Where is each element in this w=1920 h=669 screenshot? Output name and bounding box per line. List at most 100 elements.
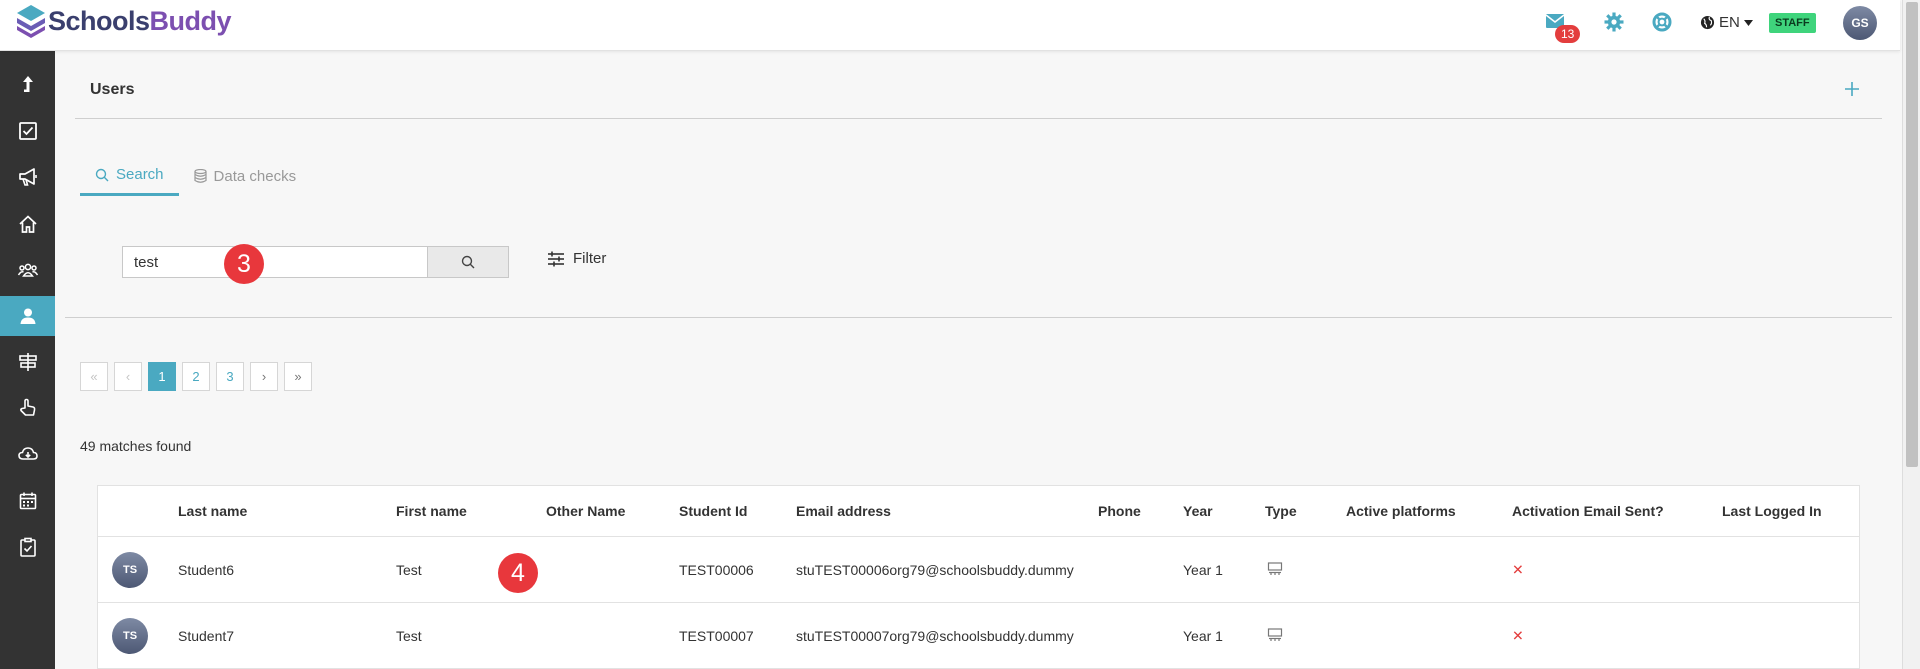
sidebar-item-users[interactable] [0, 296, 55, 336]
mail-count-badge: 13 [1555, 25, 1581, 43]
column-header-activation-email[interactable]: Activation Email Sent? [1512, 503, 1664, 519]
language-selector[interactable]: EN [1700, 14, 1753, 31]
caret-down-icon [1743, 19, 1753, 26]
cell-email: stuTEST00007org79@schoolsbuddy.dummy [796, 627, 1074, 644]
tab-search-label: Search [116, 166, 164, 183]
logo-icon [17, 5, 45, 38]
cloud-download-icon [17, 447, 38, 460]
add-user-button[interactable] [1845, 75, 1859, 103]
sidebar-item-activities[interactable] [0, 388, 55, 428]
clipboard-check-icon [19, 537, 36, 557]
cell-last-name[interactable]: Student6 [178, 562, 234, 578]
column-header-phone[interactable]: Phone [1098, 503, 1141, 519]
logo-text-part2: Buddy [149, 5, 232, 36]
pagination-page-2[interactable]: 2 [182, 362, 210, 391]
table-row[interactable]: TS Student6 Test TEST00006 stuTEST00006o… [98, 537, 1859, 603]
cell-first-name: Test [396, 627, 422, 644]
hand-pointer-icon [19, 398, 35, 416]
column-header-other-name[interactable]: Other Name [546, 503, 625, 519]
calendar-icon [19, 492, 36, 510]
student-type-icon [1267, 561, 1283, 578]
settings-button[interactable] [1604, 12, 1624, 37]
page-scrollbar[interactable] [1902, 0, 1920, 669]
avatar: TS [112, 617, 148, 654]
tab-bar: Search Data checks [80, 156, 311, 196]
main-content: Users Search Data checks Filter 3 « ‹ 1 … [55, 51, 1902, 669]
column-header-last-logged-in[interactable]: Last Logged In [1722, 503, 1822, 519]
column-header-student-id[interactable]: Student Id [679, 503, 747, 519]
upload-arrow-icon [22, 76, 33, 92]
close-icon: ✕ [1512, 561, 1524, 577]
results-count: 49 matches found [80, 438, 192, 454]
lifebuoy-icon [1652, 12, 1672, 32]
cell-first-name: Test [396, 561, 422, 578]
groups-icon [17, 263, 38, 277]
user-avatar[interactable]: GS [1843, 6, 1877, 40]
column-header-last-name[interactable]: Last name [178, 503, 247, 519]
table-header-row: Last name First name Other Name Student … [98, 486, 1859, 537]
pagination-page-1[interactable]: 1 [148, 362, 176, 391]
column-header-year[interactable]: Year [1183, 503, 1213, 519]
home-icon [18, 215, 37, 233]
sidebar-item-upload[interactable] [0, 64, 55, 104]
app-logo[interactable]: SchoolsBuddy [16, 4, 232, 38]
cell-last-name[interactable]: Student7 [178, 628, 234, 644]
plus-icon [1845, 82, 1859, 96]
help-button[interactable] [1652, 12, 1672, 37]
pagination-page-3[interactable]: 3 [216, 362, 244, 391]
column-header-active-platforms[interactable]: Active platforms [1346, 503, 1456, 519]
close-icon: ✕ [1512, 627, 1524, 643]
globe-icon [1700, 15, 1715, 30]
step-marker-4: 4 [498, 553, 538, 593]
sliders-icon [548, 251, 564, 266]
search-button[interactable] [428, 246, 509, 278]
search-icon [461, 255, 475, 269]
signpost-icon [18, 353, 37, 371]
filter-button[interactable]: Filter [547, 250, 606, 267]
page-title: Users [90, 81, 135, 98]
cell-year: Year 1 [1183, 627, 1223, 644]
search-input[interactable] [122, 246, 428, 278]
column-header-email[interactable]: Email address [796, 503, 891, 519]
cell-year: Year 1 [1183, 561, 1223, 578]
pagination-first[interactable]: « [80, 362, 108, 391]
tab-data-checks[interactable]: Data checks [179, 156, 312, 196]
pagination-next[interactable]: › [250, 362, 278, 391]
sidebar-item-downloads[interactable] [0, 434, 55, 474]
mail-button[interactable]: 13 [1545, 13, 1581, 43]
tab-search[interactable]: Search [80, 156, 179, 196]
table-row[interactable]: TS Student7 Test TEST00007 stuTEST00007o… [98, 603, 1859, 669]
sidebar-item-forms[interactable] [0, 527, 55, 567]
search-icon [95, 168, 109, 181]
sidebar-item-signposts[interactable] [0, 342, 55, 382]
search-bar [122, 246, 509, 278]
column-header-first-name[interactable]: First name [396, 503, 467, 519]
sidebar-item-home[interactable] [0, 204, 55, 244]
language-label: EN [1719, 14, 1740, 31]
column-header-type[interactable]: Type [1265, 503, 1297, 519]
sidebar-item-groups[interactable] [0, 250, 55, 290]
top-header: SchoolsBuddy 13 EN STAFF GS [0, 0, 1900, 51]
users-table: Last name First name Other Name Student … [97, 485, 1860, 669]
avatar: TS [112, 551, 148, 588]
title-divider [75, 118, 1882, 119]
cell-email: stuTEST00006org79@schoolsbuddy.dummy [796, 561, 1074, 578]
scrollbar-thumb[interactable] [1906, 2, 1918, 467]
gear-icon [1604, 12, 1624, 32]
logo-text: SchoolsBuddy [48, 5, 232, 37]
pagination-last[interactable]: » [284, 362, 312, 391]
sidebar-item-calendar[interactable] [0, 481, 55, 521]
cell-student-id: TEST00007 [679, 627, 754, 644]
sidebar-item-announcements[interactable] [0, 157, 55, 197]
sidebar [0, 51, 55, 669]
sidebar-item-tasks[interactable] [0, 111, 55, 151]
tab-data-checks-label: Data checks [213, 167, 297, 185]
section-divider [65, 317, 1892, 318]
database-icon [193, 169, 207, 183]
student-type-icon [1267, 627, 1283, 644]
pagination-prev[interactable]: ‹ [114, 362, 142, 391]
step-marker-3: 3 [224, 244, 264, 284]
filter-label: Filter [573, 250, 607, 267]
logo-text-part1: Schools [48, 5, 150, 36]
cell-student-id: TEST00006 [679, 561, 754, 578]
